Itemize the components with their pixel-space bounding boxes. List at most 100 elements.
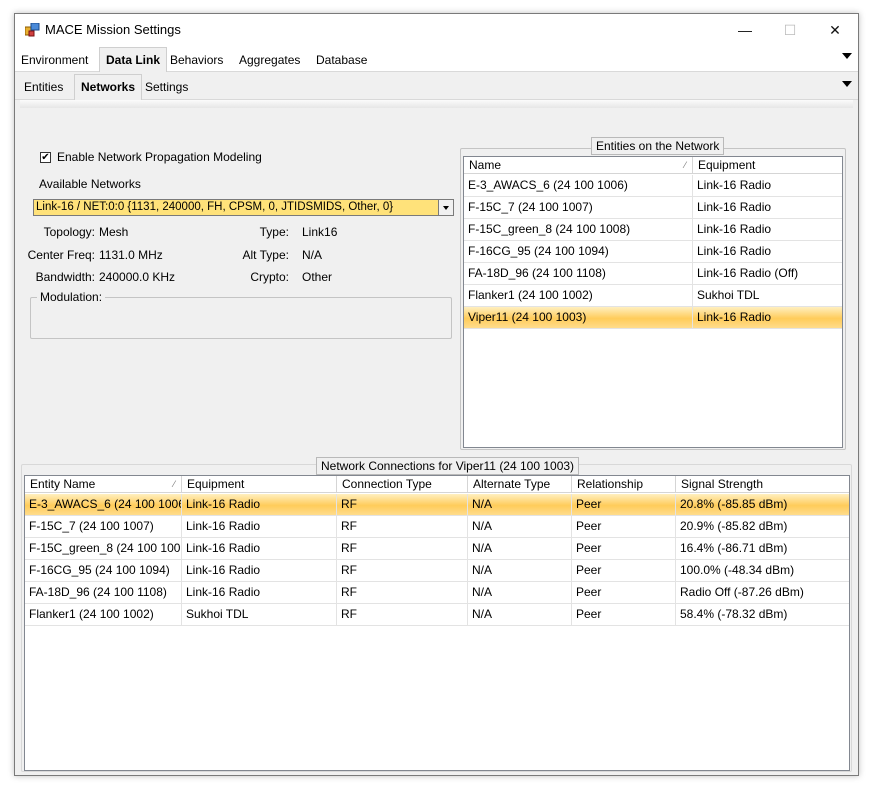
conn-equipment-cell: Link-16 Radio: [182, 582, 337, 604]
entity-name-cell: E-3_AWACS_6 (24 100 1006): [464, 175, 693, 197]
networks-content: ✔ Enable Network Propagation Modeling Av…: [15, 100, 858, 775]
sub-tab-strip: Entities Networks Settings: [15, 72, 858, 100]
connection-row[interactable]: F-16CG_95 (24 100 1094) Link-16 Radio RF N/…: [25, 560, 849, 582]
tab-behaviors[interactable]: Behaviors: [164, 50, 229, 72]
entity-row[interactable]: F-15C_green_8 (24 100 1008) Link-16 Radio: [464, 219, 842, 241]
entity-name-cell: Viper11 (24 100 1003): [464, 307, 693, 329]
entity-equipment-cell: Link-16 Radio: [697, 244, 772, 258]
column-header-equipment[interactable]: Equipment: [693, 157, 842, 174]
conn-entity-name-cell: F-15C_green_8 (24 100 1008): [25, 538, 182, 560]
column-header-entity-name[interactable]: Entity Name ⁄: [25, 476, 182, 493]
available-networks-label: Available Networks: [39, 177, 141, 191]
column-header-name[interactable]: Name ⁄: [464, 157, 693, 174]
entity-row[interactable]: F-16CG_95 (24 100 1094) Link-16 Radio: [464, 241, 842, 263]
conn-equipment-cell: Link-16 Radio: [182, 494, 337, 516]
minimize-button[interactable]: —: [722, 14, 768, 46]
column-header-connection-type[interactable]: Connection Type: [337, 476, 468, 493]
conn-equipment-cell: Link-16 Radio: [182, 560, 337, 582]
alt-type-value: N/A: [302, 248, 323, 262]
entities-group-title: Entities on the Network: [591, 137, 725, 155]
connection-row[interactable]: F-15C_7 (24 100 1007) Link-16 Radio RF N/A P…: [25, 516, 849, 538]
main-tab-strip: Environment Data Link Behaviors Aggregat…: [15, 46, 858, 72]
conn-connection-type-cell: RF: [337, 516, 468, 538]
tab-overflow-arrow-icon[interactable]: [842, 53, 852, 59]
conn-signal-strength-cell: 16.4% (-86.71 dBm): [680, 541, 788, 555]
enable-propagation-checkbox[interactable]: ✔: [40, 152, 51, 163]
network-select[interactable]: Link-16 / NET:0:0 {1131, 240000, FH, CPS…: [33, 199, 454, 216]
connection-row[interactable]: E-3_AWACS_6 (24 100 1006) Link-16 Radio RF…: [25, 494, 849, 516]
entity-name-cell: F-16CG_95 (24 100 1094): [464, 241, 693, 263]
entities-group: Entities on the Network Name ⁄ Equipment…: [460, 137, 846, 450]
maximize-button[interactable]: ☐: [767, 14, 813, 46]
center-freq-value: 1131.0 MHz: [99, 248, 163, 262]
conn-equipment-cell: Sukhoi TDL: [182, 604, 337, 626]
window-title: MACE Mission Settings: [45, 22, 181, 37]
conn-connection-type-cell: RF: [337, 582, 468, 604]
conn-connection-type-cell: RF: [337, 560, 468, 582]
conn-connection-type-cell: RF: [337, 538, 468, 560]
bandwidth-value: 240000.0 KHz: [99, 270, 176, 284]
app-icon: [25, 23, 40, 37]
settings-window: MACE Mission Settings — ☐ ✕ Environment …: [14, 13, 859, 776]
subtab-overflow-arrow-icon[interactable]: [842, 81, 852, 87]
column-header-relationship[interactable]: Relationship: [572, 476, 676, 493]
close-button[interactable]: ✕: [812, 14, 858, 46]
entity-name-cell: Flanker1 (24 100 1002): [464, 285, 693, 307]
type-value: Link16: [302, 225, 338, 239]
modulation-group: Modulation:: [30, 290, 452, 339]
entity-name-cell: F-15C_7 (24 100 1007): [464, 197, 693, 219]
conn-alternate-type-cell: N/A: [468, 538, 572, 560]
tab-aggregates[interactable]: Aggregates: [233, 50, 306, 72]
network-select-value: Link-16 / NET:0:0 {1131, 240000, FH, CPS…: [36, 201, 394, 213]
tab-database[interactable]: Database: [310, 50, 373, 72]
entity-equipment-cell: Link-16 Radio: [697, 178, 772, 192]
topology-value: Mesh: [99, 225, 129, 239]
connections-grid-header: Entity Name ⁄ Equipment Connection Type …: [25, 476, 849, 493]
entity-equipment-cell: Link-16 Radio: [697, 310, 772, 324]
conn-relationship-cell: Peer: [572, 582, 676, 604]
conn-alternate-type-cell: N/A: [468, 516, 572, 538]
conn-equipment-cell: Link-16 Radio: [182, 516, 337, 538]
entity-row[interactable]: FA-18D_96 (24 100 1108) Link-16 Radio (Of…: [464, 263, 842, 285]
entity-row[interactable]: E-3_AWACS_6 (24 100 1006) Link-16 Radio: [464, 175, 842, 197]
sort-icon: ⁄: [684, 160, 686, 170]
connections-group-title: Network Connections for Viper11 (24 100 …: [316, 457, 580, 475]
connections-grid[interactable]: Entity Name ⁄ Equipment Connection Type …: [24, 475, 850, 771]
entity-equipment-cell: Link-16 Radio: [697, 222, 772, 236]
tab-networks[interactable]: Networks: [74, 74, 143, 100]
alt-type-label: Alt Type:: [242, 248, 289, 262]
entities-grid-header: Name ⁄ Equipment: [464, 157, 842, 174]
entity-equipment-cell: Link-16 Radio: [697, 200, 772, 214]
tab-environment[interactable]: Environment: [15, 50, 94, 72]
tab-data-link[interactable]: Data Link: [99, 47, 168, 72]
tab-settings[interactable]: Settings: [139, 77, 194, 100]
conn-alternate-type-cell: N/A: [468, 582, 572, 604]
tab-entities[interactable]: Entities: [18, 77, 69, 100]
conn-entity-name-cell: FA-18D_96 (24 100 1108): [25, 582, 182, 604]
conn-relationship-cell: Peer: [572, 538, 676, 560]
crypto-value: Other: [302, 270, 333, 284]
dropdown-arrow-icon[interactable]: [438, 200, 453, 215]
entity-row[interactable]: Viper11 (24 100 1003) Link-16 Radio: [464, 307, 842, 329]
modulation-label: Modulation:: [37, 290, 106, 304]
connection-row[interactable]: F-15C_green_8 (24 100 1008) Link-16 Radio…: [25, 538, 849, 560]
type-label: Type:: [259, 225, 289, 239]
column-header-alternate-type[interactable]: Alternate Type: [468, 476, 572, 493]
conn-alternate-type-cell: N/A: [468, 604, 572, 626]
title-bar[interactable]: MACE Mission Settings — ☐ ✕: [15, 14, 858, 46]
entity-name-cell: F-15C_green_8 (24 100 1008): [464, 219, 693, 241]
conn-relationship-cell: Peer: [572, 604, 676, 626]
conn-entity-name-cell: E-3_AWACS_6 (24 100 1006): [25, 494, 182, 516]
entity-name-cell: FA-18D_96 (24 100 1108): [464, 263, 693, 285]
entity-equipment-cell: Sukhoi TDL: [697, 288, 760, 302]
connection-row[interactable]: FA-18D_96 (24 100 1108) Link-16 Radio RF N/…: [25, 582, 849, 604]
conn-entity-name-cell: F-15C_7 (24 100 1007): [25, 516, 182, 538]
entity-row[interactable]: Flanker1 (24 100 1002) Sukhoi TDL: [464, 285, 842, 307]
entity-row[interactable]: F-15C_7 (24 100 1007) Link-16 Radio: [464, 197, 842, 219]
connection-row[interactable]: Flanker1 (24 100 1002) Sukhoi TDL RF N/A Pee…: [25, 604, 849, 626]
entities-grid[interactable]: Name ⁄ Equipment E-3_AWACS_6 (24 100 100…: [463, 156, 843, 448]
conn-relationship-cell: Peer: [572, 516, 676, 538]
connections-group: Network Connections for Viper11 (24 100 …: [21, 457, 852, 772]
column-header-equipment[interactable]: Equipment: [182, 476, 337, 493]
column-header-signal-strength[interactable]: Signal Strength: [676, 476, 849, 493]
